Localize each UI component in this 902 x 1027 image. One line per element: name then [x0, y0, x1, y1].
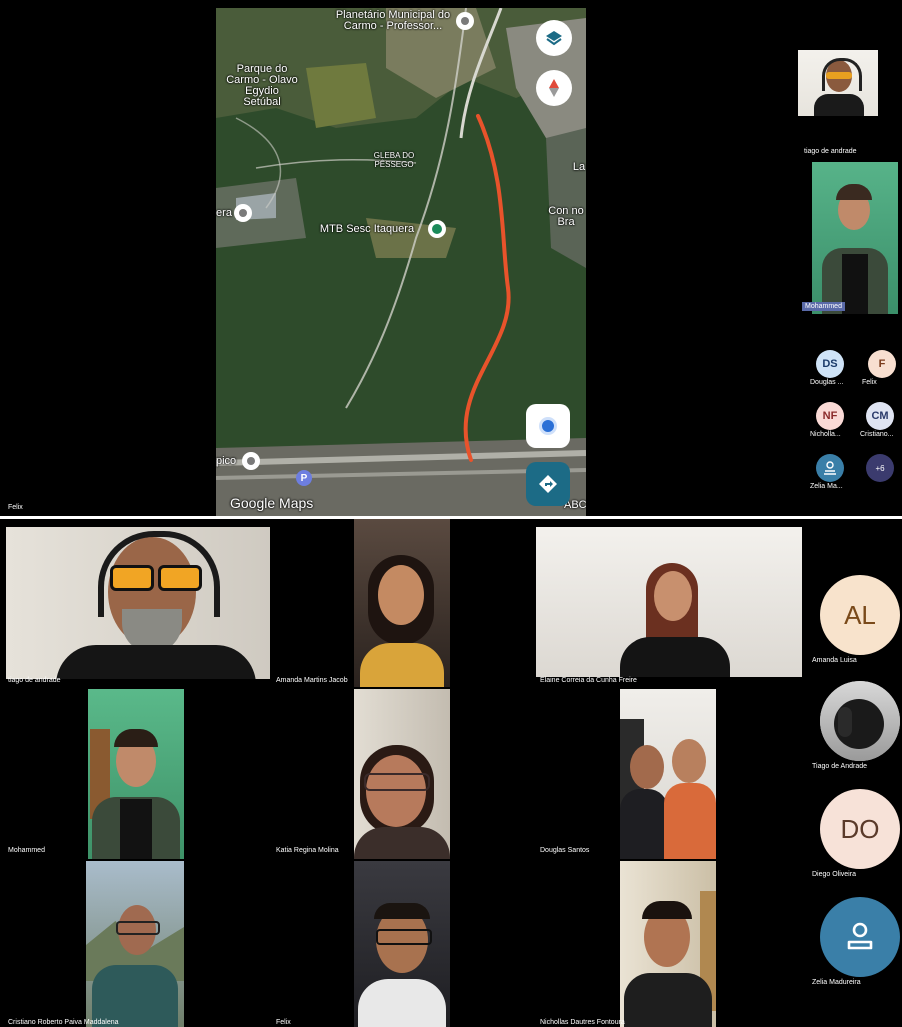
participant-name-diego: Diego Oliveira	[812, 871, 856, 878]
glasses	[376, 929, 432, 945]
map-label-parque: Parque do Carmo - Olavo Egydio Setúbal	[226, 63, 298, 108]
parking-icon: P	[296, 470, 312, 486]
tile-name-nichollas: Nichollas Dautres Fontoura	[540, 1019, 625, 1026]
map-label-con: Con no Bra	[548, 205, 584, 228]
video-tile-felix[interactable]	[354, 861, 450, 1027]
person-head	[654, 571, 692, 621]
video-tile-elaine[interactable]	[536, 527, 802, 677]
layers-icon	[546, 31, 562, 46]
self-video-tile[interactable]	[798, 50, 878, 116]
participant-name-amanda-luisa: Amanda Luisa	[812, 657, 857, 664]
more-participants-button[interactable]: +6	[866, 454, 894, 482]
tile-name-cristiano: Cristiano Roberto Paiva Maddalena	[8, 1019, 119, 1026]
dog-photo	[820, 681, 900, 761]
gallery-grid-panel: tiago de andrade Amanda Martins Jacob El…	[0, 519, 902, 1027]
video-tile-amanda[interactable]	[354, 519, 450, 687]
person-head	[366, 755, 426, 827]
map-label-mtb: MTB Sesc Itaquera	[319, 223, 415, 235]
video-tile-mohammed[interactable]	[88, 689, 184, 859]
google-maps-logo: Google Maps	[230, 495, 314, 511]
directions-icon	[539, 475, 557, 493]
video-tile-nichollas[interactable]	[620, 861, 716, 1027]
participant-name-nf: Nicholla...	[810, 431, 841, 438]
participant-name-ds: Douglas ...	[810, 379, 844, 386]
self-name-label: tiago de andrade	[804, 148, 857, 155]
participant-avatar-amanda-luisa[interactable]: AL	[820, 575, 900, 655]
map-pin-pico[interactable]	[242, 452, 260, 470]
shared-screen-map[interactable]: Planetário Municipal do Carmo - Professo…	[216, 8, 586, 516]
person-head-2	[672, 739, 706, 783]
map-pin-left[interactable]	[234, 204, 252, 222]
glasses	[116, 921, 160, 935]
top-meeting-panel: Planetário Municipal do Carmo - Professo…	[0, 0, 902, 516]
participant-avatar-nf[interactable]: NF	[816, 402, 844, 430]
headset	[822, 58, 862, 91]
glasses	[364, 773, 430, 791]
tile-name-mohammed: Mohammed	[8, 847, 45, 854]
video-tile-tiago[interactable]	[6, 527, 270, 679]
map-label-pico: pico	[216, 455, 237, 467]
participant-name-zelia-madureira: Zelia Madureira	[812, 979, 861, 986]
presenter-name: Felix	[8, 504, 23, 511]
person-icon	[824, 461, 836, 475]
participant-avatar-ds[interactable]: DS	[816, 350, 844, 378]
tile-name-douglas: Douglas Santos	[540, 847, 590, 854]
map-label-gleba: GLEBA DO PÊSSEGO	[373, 151, 415, 169]
video-tile-douglas[interactable]	[620, 689, 716, 859]
directions-button[interactable]	[526, 462, 570, 506]
tile-name-tiago: tiago de andrade	[8, 677, 61, 684]
tile-name-elaine: Elaine Correia da Cunha Freire	[540, 677, 637, 684]
video-tile-cristiano[interactable]	[86, 861, 184, 1027]
tile-name-katia: Katia Regina Molina	[276, 847, 339, 854]
map-pin-mtb[interactable]	[428, 220, 446, 238]
active-speaker-tile[interactable]	[812, 162, 898, 314]
compass-button[interactable]	[536, 70, 572, 106]
participant-name-f: Felix	[862, 379, 877, 386]
map-label-la: La	[572, 161, 586, 173]
my-location-icon	[539, 417, 557, 435]
person-icon	[847, 922, 873, 950]
participant-avatar-f[interactable]: F	[868, 350, 896, 378]
participant-avatar-zelia[interactable]	[816, 454, 844, 482]
participant-avatar-cm[interactable]: CM	[866, 402, 894, 430]
participant-avatar-tiago-andrade[interactable]	[820, 681, 900, 761]
layers-button[interactable]	[536, 20, 572, 56]
map-label-planetario: Planetário Municipal do Carmo - Professo…	[335, 9, 451, 32]
participant-avatar-zelia-madureira[interactable]	[820, 897, 900, 977]
person-head	[378, 565, 424, 625]
video-tile-katia[interactable]	[354, 689, 450, 859]
map-label-era: era	[216, 207, 232, 219]
participant-name-cm: Cristiano...	[860, 431, 894, 438]
compass-icon	[549, 79, 559, 97]
my-location-button[interactable]	[526, 404, 570, 448]
person-head	[630, 745, 664, 789]
participant-avatar-diego[interactable]: DO	[820, 789, 900, 869]
participant-name-zelia: Zelia Ma...	[810, 483, 843, 490]
speaker-name-label: Mohammed	[802, 302, 845, 311]
tile-name-felix: Felix	[276, 1019, 291, 1026]
map-pin-planetario[interactable]	[456, 12, 474, 30]
participant-name-tiago-andrade: Tiago de Andrade	[812, 763, 868, 770]
tile-name-amanda: Amanda Martins Jacob	[276, 677, 348, 684]
